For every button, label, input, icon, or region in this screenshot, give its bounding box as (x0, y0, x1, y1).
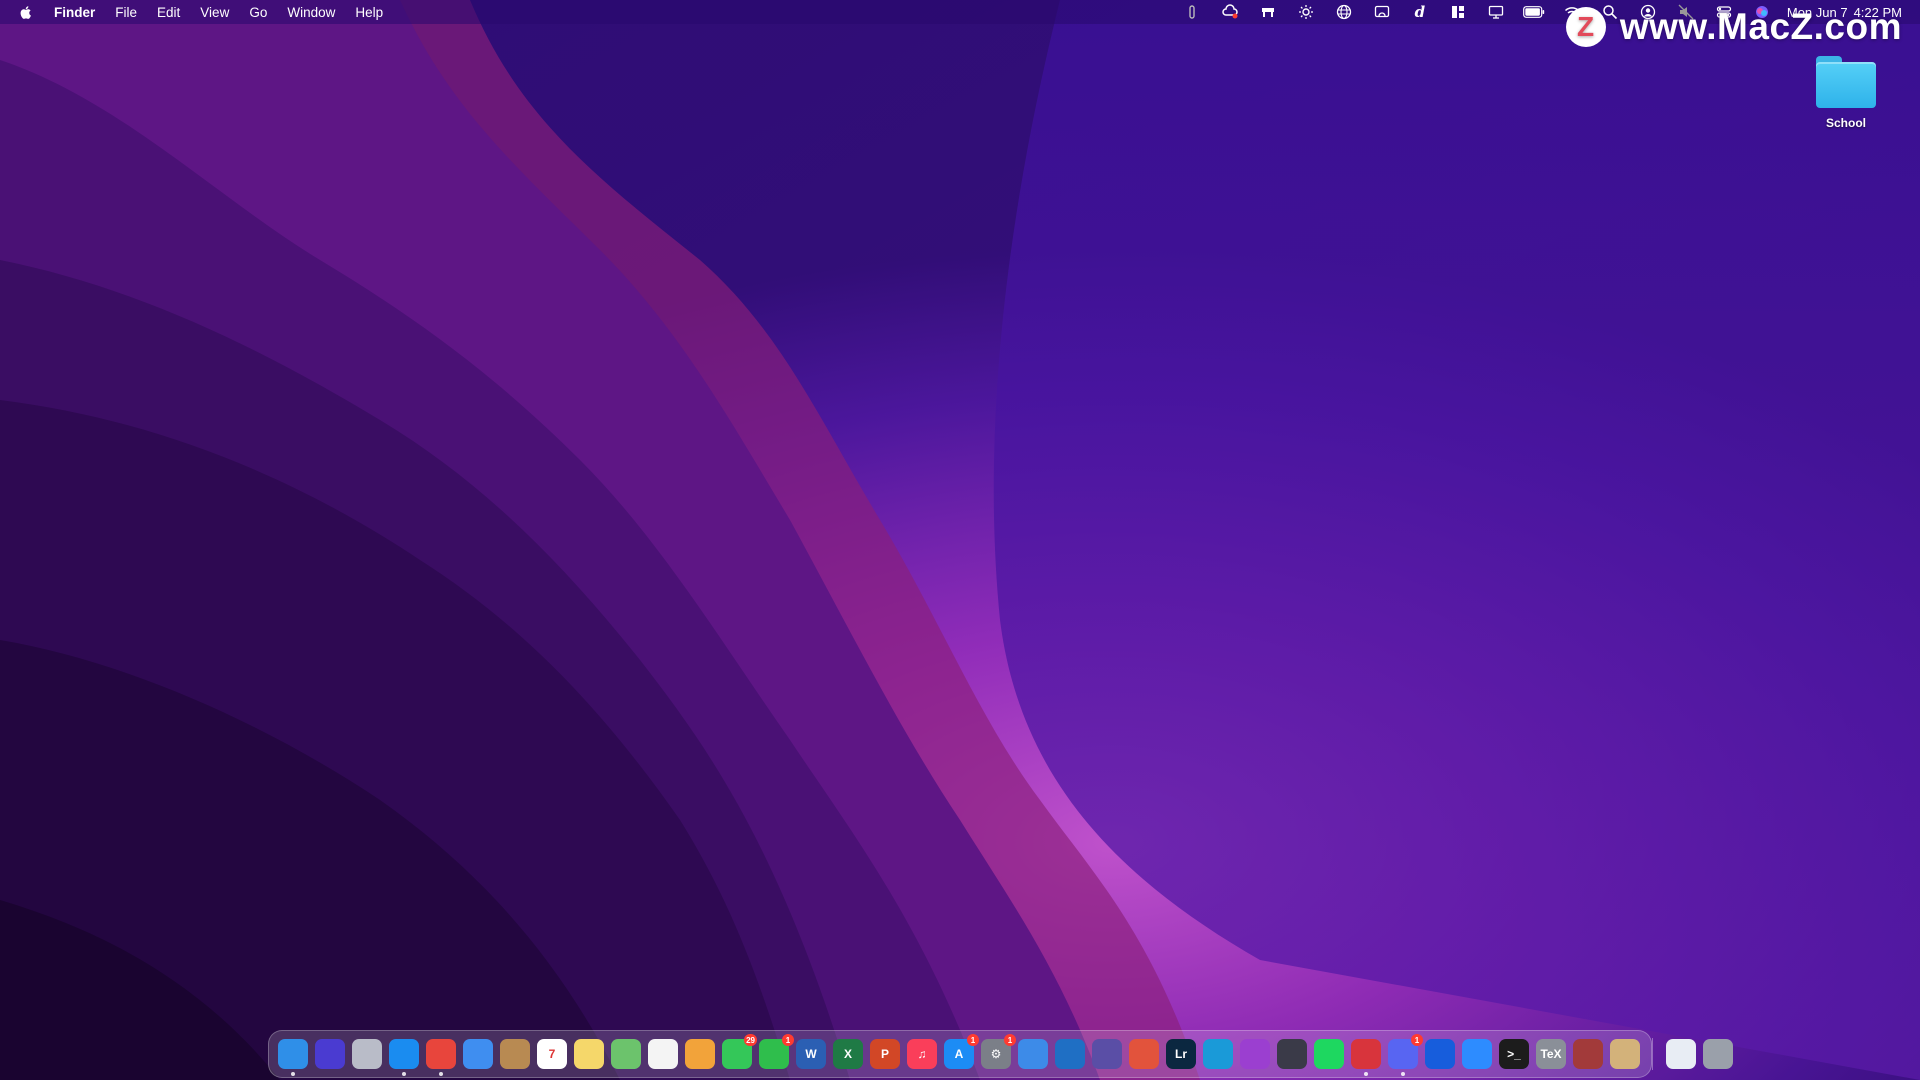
folder-icon (1814, 54, 1878, 110)
dock-app-maps[interactable] (611, 1039, 641, 1069)
menu-edit[interactable]: Edit (157, 5, 180, 20)
menu-view[interactable]: View (200, 5, 229, 20)
dock-app-spotify[interactable] (1314, 1039, 1344, 1069)
dock-app-zoom[interactable] (1462, 1039, 1492, 1069)
dock-app-photos[interactable] (685, 1039, 715, 1069)
apple-menu-icon[interactable] (18, 3, 34, 21)
dock-app-affinity-photo[interactable] (1240, 1039, 1270, 1069)
dock-app-app-store[interactable]: A1 (944, 1034, 979, 1069)
dock-app-safari[interactable] (389, 1039, 419, 1076)
brightness-icon[interactable] (1295, 3, 1317, 21)
dock-app-chrome[interactable] (426, 1039, 456, 1076)
dock-app-reminders[interactable] (648, 1039, 678, 1069)
dock-app-trash[interactable] (1703, 1039, 1733, 1069)
desktop-wallpaper (0, 0, 1920, 1080)
menu-help[interactable]: Help (355, 5, 383, 20)
system-preferences-icon: ⚙ (990, 1047, 1002, 1061)
dock-app-music[interactable]: ♫ (907, 1039, 937, 1069)
dock-app-calendar[interactable]: 7 (537, 1039, 567, 1069)
calendar-icon: 7 (548, 1047, 556, 1061)
dock-app-git-client[interactable] (1129, 1039, 1159, 1069)
dock-app-system-preferences[interactable]: ⚙ 1 (981, 1034, 1016, 1069)
dock-app-lightroom[interactable]: Lr (1166, 1039, 1196, 1069)
battery-icon[interactable] (1522, 3, 1545, 21)
globe-icon[interactable] (1333, 3, 1355, 21)
display-icon[interactable] (1485, 3, 1507, 21)
music-icon: ♫ (917, 1047, 927, 1061)
dock-app-tex[interactable]: TeX (1536, 1039, 1566, 1069)
dock-app-vscode[interactable] (1055, 1039, 1085, 1069)
site-watermark: Z www.MacZ.com (1565, 6, 1902, 48)
dock-app-nutcracker-app[interactable] (1573, 1039, 1603, 1069)
tex-icon: TeX (1540, 1047, 1562, 1061)
dock-app-discord[interactable]: 1 (1388, 1034, 1423, 1076)
notification-badge: 29 (744, 1034, 757, 1046)
dock: 7 29 1 W X P ♫ A 1 ⚙ 1 Lr 1 >_ TeX (268, 1030, 1733, 1078)
app-store-icon: A (954, 1047, 964, 1061)
running-indicator (439, 1072, 443, 1076)
dock-app-parallels[interactable] (1351, 1039, 1381, 1076)
menu-go[interactable]: Go (249, 5, 267, 20)
menu-app-name[interactable]: Finder (54, 5, 95, 20)
dock-app-siri[interactable] (315, 1039, 345, 1069)
dock-app-excel[interactable]: X (833, 1039, 863, 1069)
dock-app-contacts[interactable] (500, 1039, 530, 1069)
dock-app-affinity-designer[interactable] (1203, 1039, 1233, 1069)
watermark-text: www.MacZ.com (1619, 6, 1902, 47)
dock-app-powerpoint[interactable]: P (870, 1039, 900, 1069)
dock-separator (1652, 1038, 1653, 1070)
dock-app-launchpad[interactable] (352, 1039, 382, 1069)
dock-app-downloads-stack[interactable] (1666, 1039, 1696, 1069)
dock-app-bitwarden[interactable] (1425, 1039, 1455, 1069)
desktop-folder-school[interactable]: School (1806, 54, 1886, 130)
creative-cloud-icon[interactable] (1219, 3, 1241, 21)
excel-icon: X (843, 1047, 852, 1061)
notification-badge: 1 (1004, 1034, 1016, 1046)
word-icon: W (805, 1047, 817, 1061)
dock-app-github-desktop[interactable] (1092, 1039, 1122, 1069)
dock-app-xcode[interactable] (1018, 1039, 1048, 1069)
dock-app-facetime[interactable]: 1 (759, 1034, 794, 1069)
desk-icon[interactable] (1257, 3, 1279, 21)
terminal-icon: >_ (1507, 1047, 1521, 1061)
grid-icon[interactable] (1447, 3, 1469, 21)
dock-app-mail[interactable] (463, 1039, 493, 1069)
folder-label: School (1825, 116, 1866, 130)
running-indicator (402, 1072, 406, 1076)
notification-badge: 1 (967, 1034, 979, 1046)
running-indicator (1401, 1072, 1405, 1076)
dock-app-terminal[interactable]: >_ (1499, 1039, 1529, 1069)
watermark-logo: Z (1565, 7, 1606, 47)
menu-window[interactable]: Window (287, 5, 335, 20)
menu-file[interactable]: File (115, 5, 137, 20)
lightroom-icon: Lr (1175, 1047, 1187, 1061)
dock-app-notes[interactable] (574, 1039, 604, 1069)
dock-app-davinci-resolve[interactable] (1277, 1039, 1307, 1069)
dock-app-word[interactable]: W (796, 1039, 826, 1069)
running-indicator (291, 1072, 295, 1076)
dock-app-archive-utility[interactable] (1610, 1039, 1640, 1069)
notification-badge: 1 (1411, 1034, 1423, 1046)
bartender-icon[interactable] (1181, 3, 1203, 21)
dock-app-finder[interactable] (278, 1039, 308, 1076)
screen-mirror-icon[interactable] (1371, 3, 1393, 21)
powerpoint-icon: P (880, 1047, 889, 1061)
dictionary-icon[interactable]: d (1409, 3, 1431, 21)
notification-badge: 1 (782, 1034, 794, 1046)
dock-app-messages[interactable]: 29 (722, 1034, 757, 1069)
running-indicator (1364, 1072, 1368, 1076)
